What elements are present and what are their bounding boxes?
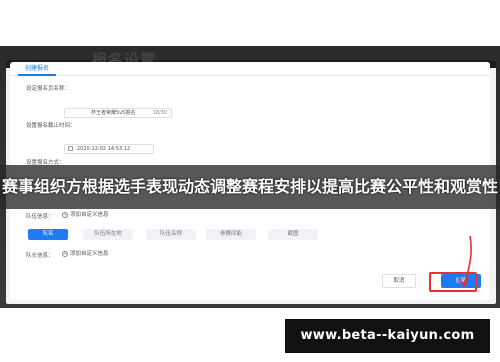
member-info-label: 队长信息： <box>26 253 54 259</box>
deadline-input-value: 2020-12-02 14:53:12 <box>77 146 131 152</box>
chip-team-field-4[interactable]: 参赛间能 <box>206 229 256 240</box>
chip-team-name[interactable]: 队名 <box>28 229 68 240</box>
modal-body: 设定报名页名称： 杯王者荣耀5v5报名 18/30 设置报名截止时间： 2020… <box>18 82 484 242</box>
deadline-label: 设置报名截止时间： <box>26 123 76 129</box>
red-arrow-icon <box>458 235 472 288</box>
name-input[interactable]: 杯王者荣耀5v5报名 18/30 <box>64 108 172 118</box>
chip-screenshot[interactable]: 截图 <box>268 229 318 240</box>
caption-banner: 赛事组织方根据选手表现动态调整赛程安排以提高比赛公平性和观赏性 <box>0 165 500 209</box>
name-input-value: 杯王者荣耀5v5报名 <box>91 110 136 116</box>
deadline-input[interactable]: 2020-12-02 14:53:12 <box>64 144 154 154</box>
cancel-button[interactable]: 取消 <box>382 274 416 288</box>
name-label: 设定报名页名称： <box>26 86 71 92</box>
calendar-icon <box>68 146 73 151</box>
tab-create-registration[interactable]: 创建报名 <box>18 62 56 76</box>
plus-circle-icon: + <box>62 250 68 257</box>
add-custom-team-info[interactable]: + 添加自定义信息 <box>62 210 109 218</box>
field-chip-row: 队名 队伍所在地 队伍名称 参赛间能 截图 <box>28 229 458 240</box>
url-badge: www.beta--kaiyun.com <box>285 319 490 353</box>
name-counter: 18/30 <box>152 110 167 116</box>
chip-team-location[interactable]: 队伍所在地 <box>83 229 133 240</box>
add-custom-member-label: 添加自定义信息 <box>70 251 109 257</box>
team-info-label: 队伍信息： <box>26 214 54 220</box>
plus-circle-icon: + <box>62 211 68 218</box>
caption-text: 赛事组织方根据选手表现动态调整赛程安排以提高比赛公平性和观赏性 <box>1 177 498 196</box>
url-text: www.beta--kaiyun.com <box>300 328 475 343</box>
modal-header: 创建报名 <box>10 62 490 76</box>
add-custom-team-label: 添加自定义信息 <box>70 212 109 218</box>
chip-team-field-3[interactable]: 队伍名称 <box>146 229 196 240</box>
modal-footer: 取消 创建 <box>10 260 490 300</box>
add-custom-member-info[interactable]: + 添加自定义信息 <box>62 249 109 257</box>
